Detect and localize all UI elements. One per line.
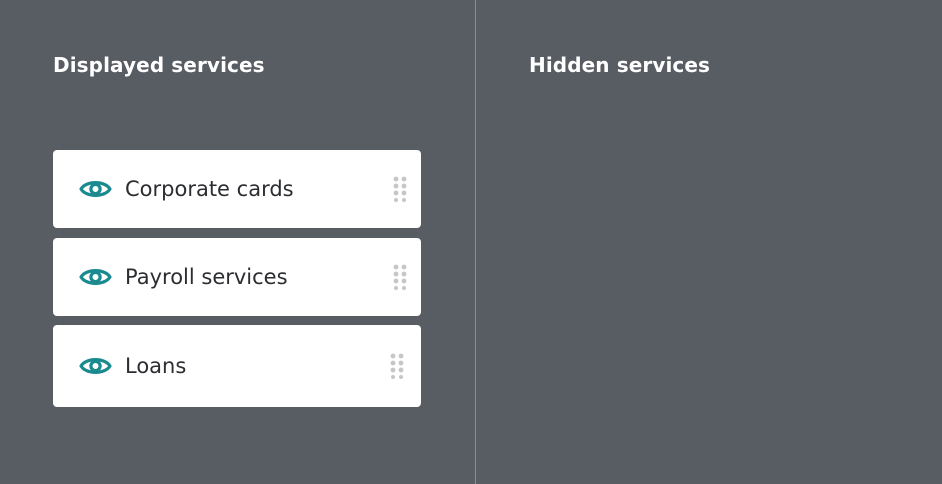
displayed-services-panel: Displayed services Corporate cards Payro… [0,0,475,484]
service-label: Payroll services [125,265,288,289]
service-label: Loans [125,354,187,378]
service-label: Corporate cards [125,177,294,201]
displayed-services-title: Displayed services [53,53,265,77]
drag-handle-icon[interactable] [390,353,404,379]
drag-handle-icon[interactable] [393,176,407,202]
eye-icon[interactable] [79,355,112,377]
service-card-payroll-services[interactable]: Payroll services [53,238,421,316]
hidden-services-title: Hidden services [529,53,711,77]
hidden-services-panel[interactable]: Hidden services [476,0,942,484]
service-card-loans[interactable]: Loans [53,325,421,407]
eye-icon[interactable] [79,178,112,200]
drag-handle-icon[interactable] [393,264,407,290]
service-card-corporate-cards[interactable]: Corporate cards [53,150,421,228]
eye-icon[interactable] [79,266,112,288]
